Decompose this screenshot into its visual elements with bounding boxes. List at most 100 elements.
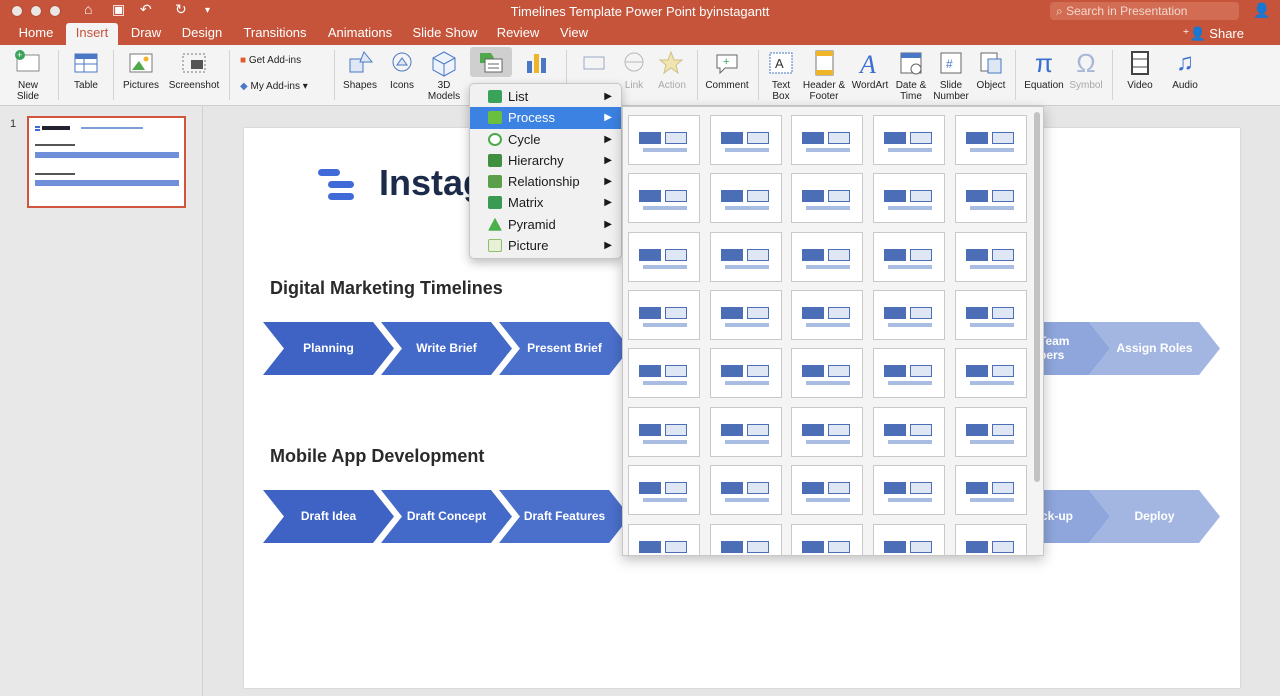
addin-placeholder-button[interactable]	[574, 49, 614, 80]
smartart-layout-option[interactable]	[791, 232, 863, 282]
new-slide-button[interactable]: + New Slide	[8, 49, 48, 102]
ribbon-tabs: Home Insert Draw Design Transitions Anim…	[0, 23, 1280, 45]
smartart-layout-option[interactable]	[873, 115, 945, 165]
smartart-layout-option[interactable]	[628, 407, 700, 457]
timeline-step[interactable]: Write Brief	[381, 322, 512, 375]
smartart-layout-option[interactable]	[628, 290, 700, 340]
action-button[interactable]: Action	[653, 49, 691, 91]
header-footer-icon	[810, 49, 838, 77]
account-icon[interactable]: 👤	[1253, 2, 1270, 19]
smartart-layout-option[interactable]	[710, 173, 782, 223]
date-time-button[interactable]: Date & Time	[893, 49, 929, 102]
gallery-scrollbar[interactable]	[1034, 112, 1040, 482]
symbol-button[interactable]: Ω Symbol	[1067, 49, 1105, 91]
timeline-step[interactable]: Draft Concept	[381, 490, 512, 543]
smartart-layout-option[interactable]	[628, 524, 700, 555]
smartart-layout-option[interactable]	[791, 115, 863, 165]
share-button[interactable]: ⁺👤 Share	[1183, 26, 1244, 42]
audio-button[interactable]: ♫ Audio	[1165, 49, 1205, 91]
screenshot-button[interactable]: Screenshot	[166, 49, 222, 91]
smartart-layout-option[interactable]	[873, 232, 945, 282]
smartart-layout-option[interactable]	[710, 465, 782, 515]
smartart-layout-option[interactable]	[628, 115, 700, 165]
smartart-layout-option[interactable]	[791, 173, 863, 223]
shapes-icon	[346, 49, 374, 77]
timeline-step[interactable]: Draft Idea	[263, 490, 394, 543]
new-slide-icon: +	[14, 49, 42, 77]
smartart-button[interactable]	[470, 47, 512, 77]
header-footer-button[interactable]: Header & Footer	[800, 49, 848, 102]
tab-transitions[interactable]: Transitions	[237, 23, 313, 45]
smartart-layout-option[interactable]	[628, 465, 700, 515]
menu-item-relationship[interactable]: Relationship ▶	[470, 171, 621, 192]
smartart-layout-option[interactable]	[955, 290, 1027, 340]
smartart-layout-option[interactable]	[628, 232, 700, 282]
smartart-layout-option[interactable]	[710, 232, 782, 282]
menu-item-cycle[interactable]: Cycle ▶	[470, 129, 621, 150]
smartart-layout-option[interactable]	[955, 115, 1027, 165]
smartart-layout-option[interactable]	[873, 290, 945, 340]
ribbon-separator	[1015, 50, 1016, 100]
video-button[interactable]: Video	[1120, 49, 1160, 91]
smartart-layout-option[interactable]	[791, 407, 863, 457]
smartart-layout-option[interactable]	[628, 173, 700, 223]
smartart-layout-option[interactable]	[791, 348, 863, 398]
get-addins-button[interactable]: ■ Get Add-ins	[240, 55, 320, 66]
tab-home[interactable]: Home	[12, 23, 60, 45]
chart-button[interactable]	[520, 49, 554, 80]
smartart-layout-option[interactable]	[873, 407, 945, 457]
smartart-layout-option[interactable]	[955, 173, 1027, 223]
slide-number-button[interactable]: # Slide Number	[931, 49, 971, 102]
table-button[interactable]: Table	[64, 49, 108, 91]
smartart-layout-option[interactable]	[873, 465, 945, 515]
search-input[interactable]: ⌕ Search in Presentation	[1050, 2, 1239, 20]
menu-item-pyramid[interactable]: Pyramid ▶	[470, 214, 621, 235]
tab-view[interactable]: View	[553, 23, 595, 45]
smartart-layout-option[interactable]	[955, 232, 1027, 282]
object-button[interactable]: Object	[973, 49, 1009, 91]
smartart-layout-option[interactable]	[710, 348, 782, 398]
menu-item-list[interactable]: List ▶	[470, 86, 621, 107]
smartart-layout-option[interactable]	[791, 465, 863, 515]
equation-button[interactable]: π Equation	[1021, 49, 1067, 91]
shapes-button[interactable]: Shapes	[340, 49, 380, 91]
timeline-step[interactable]: Draft Features	[499, 490, 630, 543]
wordart-button[interactable]: A WordArt	[850, 49, 890, 91]
smartart-layout-option[interactable]	[955, 465, 1027, 515]
smartart-layout-option[interactable]	[710, 115, 782, 165]
tab-slide-show[interactable]: Slide Show	[407, 23, 483, 45]
smartart-category-menu: List ▶ Process ▶ Cycle ▶ Hierarchy ▶ Relatio…	[469, 83, 622, 259]
smartart-layout-option[interactable]	[955, 407, 1027, 457]
smartart-layout-option[interactable]	[791, 290, 863, 340]
smartart-layout-option[interactable]	[710, 290, 782, 340]
pictures-button[interactable]: Pictures	[119, 49, 163, 91]
my-addins-button[interactable]: ◆ My Add-ins ▾	[240, 81, 330, 92]
ribbon-separator	[1112, 50, 1113, 100]
icons-button[interactable]: Icons	[384, 49, 420, 91]
tab-design[interactable]: Design	[175, 23, 229, 45]
text-box-button[interactable]: A Text Box	[764, 49, 798, 102]
menu-item-hierarchy[interactable]: Hierarchy ▶	[470, 150, 621, 171]
tab-review[interactable]: Review	[491, 23, 545, 45]
tab-draw[interactable]: Draw	[124, 23, 168, 45]
menu-item-process[interactable]: Process ▶	[470, 107, 621, 129]
smartart-layout-option[interactable]	[955, 524, 1027, 555]
comment-button[interactable]: + Comment	[703, 49, 751, 91]
smartart-layout-option[interactable]	[873, 524, 945, 555]
timeline-step[interactable]: Present Brief	[499, 322, 630, 375]
smartart-layout-option[interactable]	[873, 348, 945, 398]
slide-thumbnail[interactable]	[27, 116, 186, 208]
smartart-layout-option[interactable]	[628, 348, 700, 398]
3d-models-button[interactable]: 3D Models	[424, 49, 464, 102]
timeline-step[interactable]: Planning	[263, 322, 394, 375]
smartart-layout-option[interactable]	[710, 524, 782, 555]
smartart-layout-option[interactable]	[791, 524, 863, 555]
menu-item-picture[interactable]: Picture ▶	[470, 235, 621, 256]
smartart-layout-option[interactable]	[955, 348, 1027, 398]
menu-item-matrix[interactable]: Matrix ▶	[470, 192, 621, 213]
tab-animations[interactable]: Animations	[322, 23, 398, 45]
slide-number-label: 1	[10, 118, 17, 130]
smartart-layout-option[interactable]	[710, 407, 782, 457]
tab-insert[interactable]: Insert	[66, 23, 118, 45]
smartart-layout-option[interactable]	[873, 173, 945, 223]
